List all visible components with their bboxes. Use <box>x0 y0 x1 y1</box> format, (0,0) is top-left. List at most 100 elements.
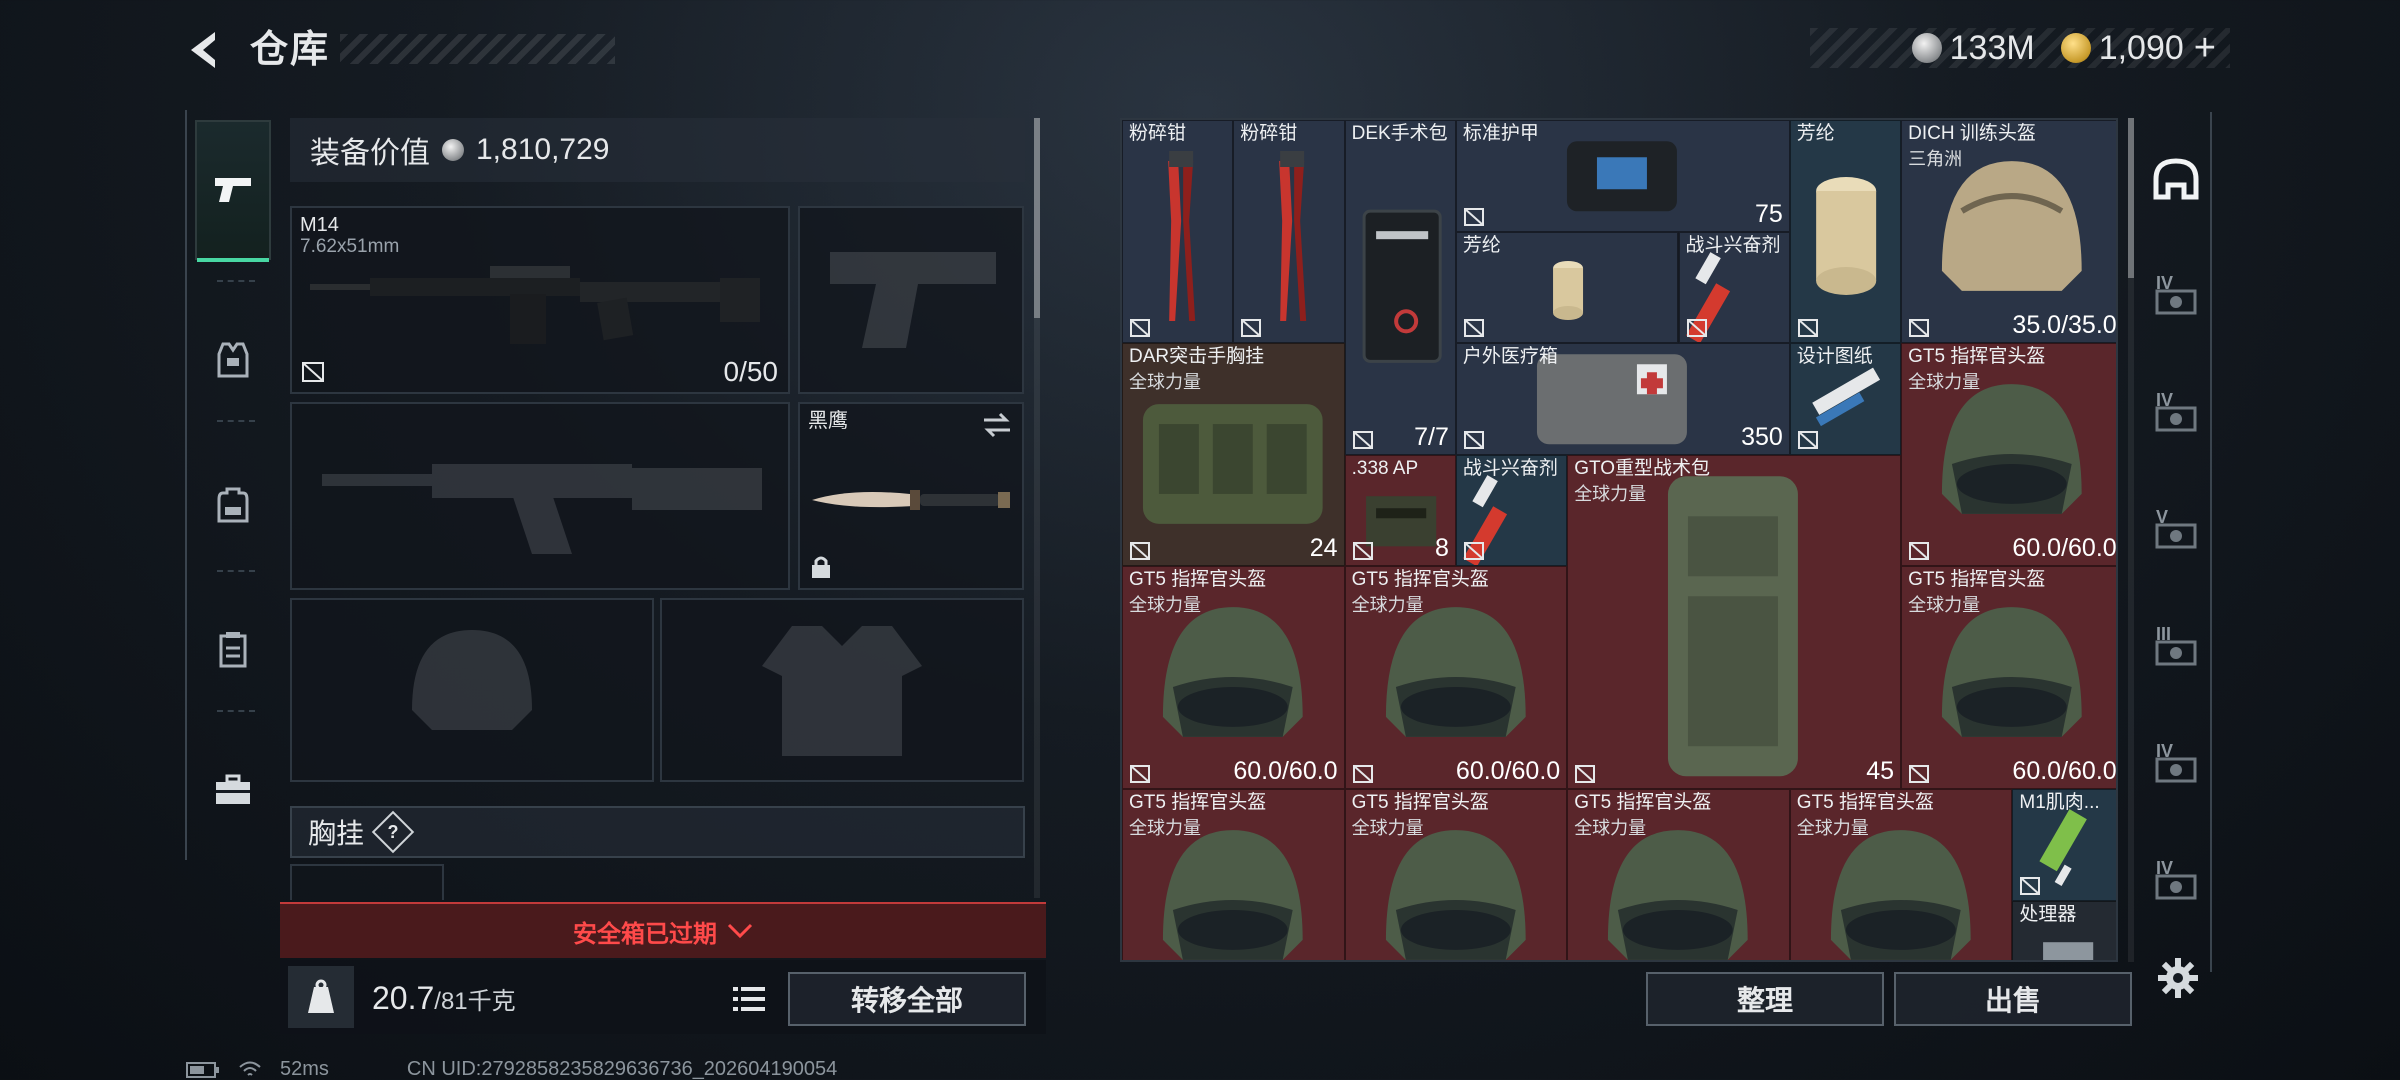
inventory-item[interactable]: 户外医疗箱 350 <box>1455 343 1790 455</box>
help-icon[interactable]: ? <box>371 810 415 854</box>
item-value: 24 <box>1309 534 1338 562</box>
tier-label: III <box>2156 624 2172 644</box>
inventory-item[interactable]: GT5 指挥官头盔 全球力量 60.0/60.0 <box>1901 343 2116 566</box>
inventory-item[interactable]: M1肌肉... <box>2012 789 2116 901</box>
right-rail-filter[interactable]: III <box>2144 600 2208 696</box>
left-category-rail <box>185 110 277 860</box>
no-insure-icon <box>1130 765 1150 783</box>
no-insure-icon <box>1463 319 1484 337</box>
case-icon <box>219 632 247 668</box>
inventory-item[interactable]: 芳纶 <box>1455 231 1679 343</box>
knife-image <box>812 490 1010 510</box>
sell-button[interactable]: 出售 <box>1894 972 2132 1026</box>
settings-button[interactable] <box>2150 950 2206 1006</box>
inventory-item[interactable]: 粉碎钳 <box>1122 120 1234 343</box>
primary-weapon-name: M14 <box>300 214 339 236</box>
item-name: 设计图纸 <box>1796 346 1873 367</box>
inventory-item[interactable]: GT5 指挥官头盔 全球力量 <box>1567 789 1790 960</box>
inventory-item[interactable]: GT5 指挥官头盔 全球力量 60.0/60.0 <box>1122 566 1345 789</box>
inventory-item[interactable]: GT5 指挥官头盔 全球力量 <box>1122 789 1345 960</box>
inventory-item[interactable]: 标准护甲 75 <box>1455 120 1790 232</box>
inventory-item[interactable]: 战斗兴奋剂 <box>1678 231 1790 343</box>
inventory-item[interactable]: DICH 训练头盔 三角洲 35.0/35.0 <box>1901 120 2117 343</box>
inventory-item[interactable]: GT5 指挥官头盔 全球力量 60.0/60.0 <box>1344 566 1568 789</box>
wifi-icon <box>239 1061 261 1076</box>
helmet-filter-icon <box>2153 158 2199 200</box>
swap-icon[interactable] <box>980 412 1014 438</box>
gold-coin-icon <box>2060 33 2091 63</box>
inventory-item[interactable]: GTO重型战术包 全球力量 45 <box>1567 454 1902 789</box>
item-name: 战斗兴奋剂 <box>1462 457 1558 479</box>
tier-label: V <box>2156 507 2169 527</box>
right-rail-filter[interactable]: IV <box>2144 249 2208 345</box>
briefcase-icon <box>216 774 250 804</box>
weight-current: 20.7 <box>372 980 435 1016</box>
safebox-expired-banner[interactable]: 安全箱已过期 <box>280 902 1046 958</box>
list-view-button[interactable] <box>726 976 772 1022</box>
melee-slot[interactable]: 黑鹰 <box>798 402 1024 590</box>
item-faction: 全球力量 <box>1129 595 1201 615</box>
inventory-item[interactable]: DAR突击手胸挂 全球力量 24 <box>1122 343 1345 566</box>
warehouse-scrollbar[interactable] <box>2128 118 2134 962</box>
no-insure-icon <box>1352 430 1373 449</box>
item-value: 45 <box>1866 757 1895 785</box>
tier-label: IV <box>2156 273 2174 293</box>
inventory-item[interactable]: 设计图纸 <box>1789 343 1902 455</box>
no-insure-icon <box>1130 542 1150 560</box>
inventory-item[interactable]: 芳纶 <box>1789 120 1902 343</box>
currency-gold[interactable]: 1,090 + <box>2060 27 2216 70</box>
inventory-item[interactable]: DEK手术包 7/7 <box>1344 120 1456 455</box>
currency-silver[interactable]: 133M <box>1911 29 2035 68</box>
back-button[interactable] <box>180 22 230 78</box>
rifle-image <box>310 266 760 344</box>
inventory-item[interactable]: 粉碎钳 <box>1233 120 1345 343</box>
gear-icon <box>2158 958 2198 998</box>
item-name: 粉碎钳 <box>1129 123 1187 144</box>
tier-label: IV <box>2156 741 2174 761</box>
item-name: .338 AP <box>1351 457 1419 479</box>
item-name: GT5 指挥官头盔 <box>1796 792 1935 813</box>
pistol-silhouette <box>830 252 996 348</box>
rail-tab-backpack[interactable] <box>195 455 271 555</box>
vest-icon <box>217 342 249 378</box>
right-rail-filter[interactable] <box>2144 132 2208 228</box>
right-rail-filter[interactable]: IV <box>2144 717 2208 813</box>
inventory-item[interactable]: 处理器 <box>2012 900 2116 960</box>
page-title: 仓库 <box>250 29 331 71</box>
transfer-all-button[interactable]: 转移全部 <box>788 972 1026 1026</box>
right-rail-filter[interactable]: IV <box>2144 366 2208 462</box>
inventory-item[interactable]: 战斗兴奋剂 <box>1455 454 1568 566</box>
item-value: 35.0/35.0 <box>2012 311 2117 339</box>
item-name: 标准护甲 <box>1462 123 1539 144</box>
right-rail-filter[interactable]: V <box>2144 483 2208 579</box>
melee-weapon-name: 黑鹰 <box>808 410 848 432</box>
helmet-slot[interactable] <box>290 598 654 782</box>
no-insure-icon <box>1463 542 1484 560</box>
primary-weapon-slot[interactable]: M14 7.62x51mm 0/50 <box>290 206 790 394</box>
rail-tab-chest-rig[interactable] <box>195 600 271 700</box>
chest-rig-slot[interactable] <box>290 864 444 900</box>
armor-slot[interactable] <box>660 598 1024 782</box>
rail-tab-armor[interactable] <box>195 310 271 410</box>
rail-tab-safebox[interactable] <box>195 740 271 840</box>
no-insure-icon <box>1463 430 1484 449</box>
item-name: 处理器 <box>2019 903 2077 925</box>
inventory-item[interactable]: GT5 指挥官头盔 全球力量 <box>1789 789 2013 960</box>
chest-rig-row[interactable]: 胸挂 ? <box>290 806 1025 858</box>
rail-tab-weapons[interactable] <box>195 120 271 262</box>
sort-button[interactable]: 整理 <box>1646 972 1884 1026</box>
uid-text: CN UID:2792858235829636736_202604190054 <box>406 1058 838 1080</box>
pistol-slot[interactable] <box>798 206 1024 394</box>
currency-bar: 133M 1,090 + <box>1810 27 2230 70</box>
inventory-item[interactable]: GT5 指挥官头盔 全球力量 <box>1344 789 1568 960</box>
right-rail-filter[interactable]: IV <box>2144 834 2208 930</box>
item-faction: 全球力量 <box>1129 372 1201 392</box>
inventory-item[interactable]: .338 AP 8 <box>1344 454 1456 566</box>
inventory-item[interactable]: GT5 指挥官头盔 全球力量 60.0/60.0 <box>1901 566 2116 789</box>
equipment-scrollbar[interactable] <box>1034 118 1040 898</box>
pistol-icon <box>215 178 251 202</box>
back-arrow-icon <box>191 32 215 68</box>
ping-text: 52ms <box>280 1058 329 1080</box>
add-currency-button[interactable]: + <box>2194 27 2216 70</box>
secondary-weapon-slot[interactable] <box>290 402 790 590</box>
